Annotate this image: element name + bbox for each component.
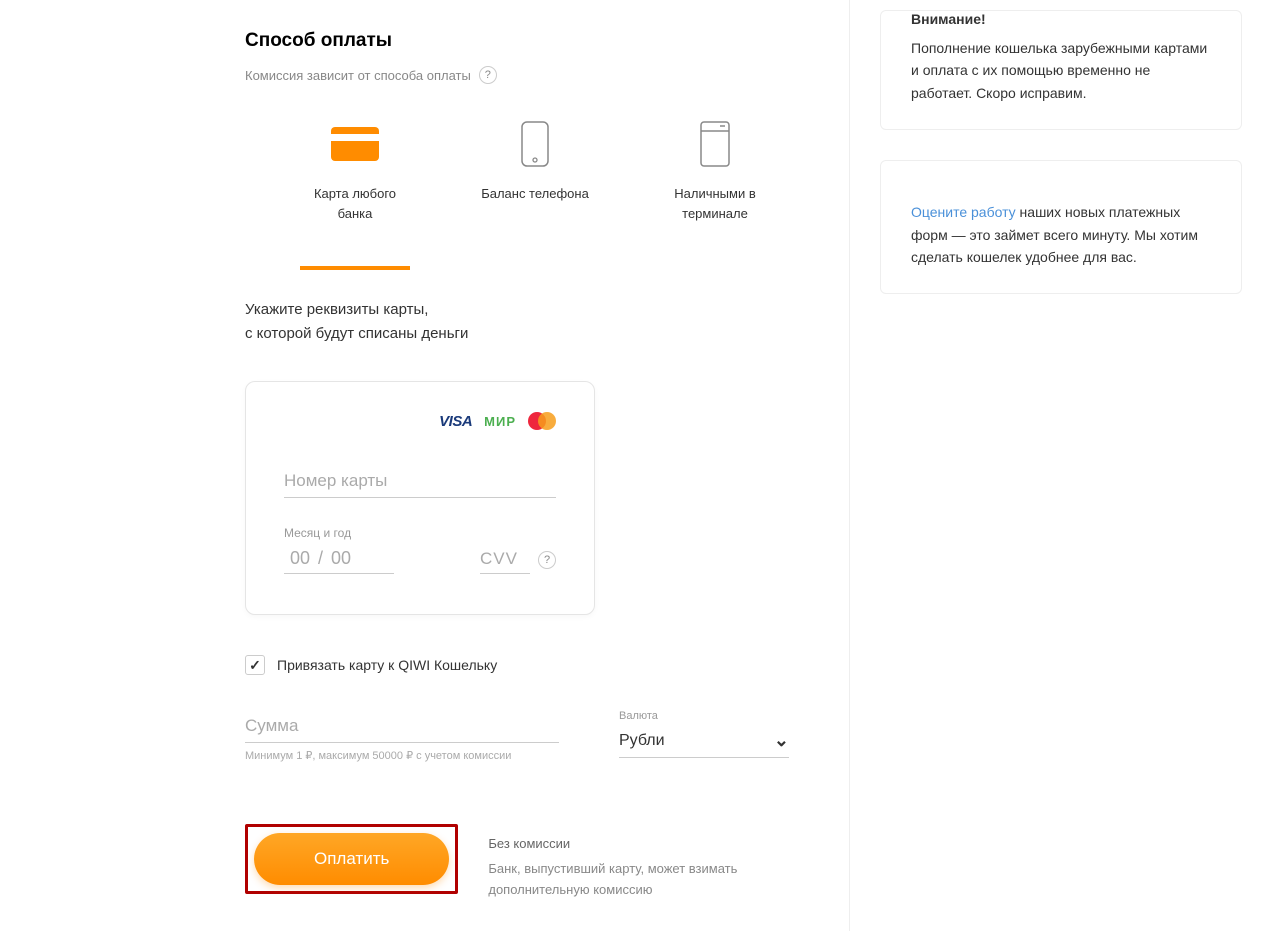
- chevron-down-icon: ⌄: [774, 730, 789, 751]
- currency-value: Рубли: [619, 732, 665, 750]
- pay-button[interactable]: Оплатить: [254, 833, 449, 885]
- fee-note: Банк, выпустивший карту, может взимать д…: [488, 859, 789, 901]
- card-icon: [331, 119, 379, 169]
- expiry-month-input[interactable]: [284, 548, 316, 569]
- amount-hint: Минимум 1 ₽, максимум 50000 ₽ с учетом к…: [245, 749, 559, 764]
- method-card[interactable]: Карта любого банка: [300, 119, 410, 223]
- currency-select[interactable]: Рубли ⌄: [619, 724, 789, 758]
- mastercard-logo-icon: [528, 412, 556, 430]
- method-cash-label: Наличными в терминале: [660, 184, 770, 223]
- feedback-box: Оцените работу наших новых платежных фор…: [880, 160, 1242, 294]
- method-phone-label: Баланс телефона: [481, 184, 589, 204]
- feedback-link[interactable]: Оцените работу: [911, 204, 1016, 220]
- mir-logo-icon: МИР: [484, 414, 516, 429]
- card-form: VISA МИР Месяц и год /: [245, 381, 595, 615]
- section-title: Способ оплаты: [245, 30, 789, 52]
- commission-note: Комиссия зависит от способа оплаты: [245, 68, 471, 83]
- phone-icon: [521, 119, 549, 169]
- terminal-icon: [700, 119, 730, 169]
- currency-label: Валюта: [619, 710, 789, 722]
- expiry-year-input[interactable]: [325, 548, 357, 569]
- commission-help-icon[interactable]: ?: [479, 66, 497, 84]
- cvv-input[interactable]: [480, 545, 530, 574]
- visa-logo-icon: VISA: [439, 413, 472, 430]
- expiry-label: Месяц и год: [284, 526, 394, 540]
- amount-input[interactable]: [245, 710, 559, 743]
- method-card-label: Карта любого банка: [300, 184, 410, 223]
- bind-card-checkbox[interactable]: ✓: [245, 655, 265, 675]
- notice-text: Пополнение кошелька зарубежными картами …: [911, 37, 1211, 104]
- pay-button-highlight: Оплатить: [245, 824, 458, 894]
- cvv-help-icon[interactable]: ?: [538, 551, 556, 569]
- method-cash[interactable]: Наличными в терминале: [660, 119, 770, 223]
- method-phone[interactable]: Баланс телефона: [480, 119, 590, 223]
- notice-box: Внимание! Пополнение кошелька зарубежным…: [880, 10, 1242, 130]
- expiry-separator: /: [318, 548, 323, 569]
- notice-title: Внимание!: [911, 11, 1211, 27]
- card-number-input[interactable]: [284, 465, 556, 498]
- card-instructions: Укажите реквизиты карты, с которой будут…: [245, 298, 789, 346]
- fee-title: Без комиссии: [488, 834, 789, 855]
- bind-card-label: Привязать карту к QIWI Кошельку: [277, 657, 497, 673]
